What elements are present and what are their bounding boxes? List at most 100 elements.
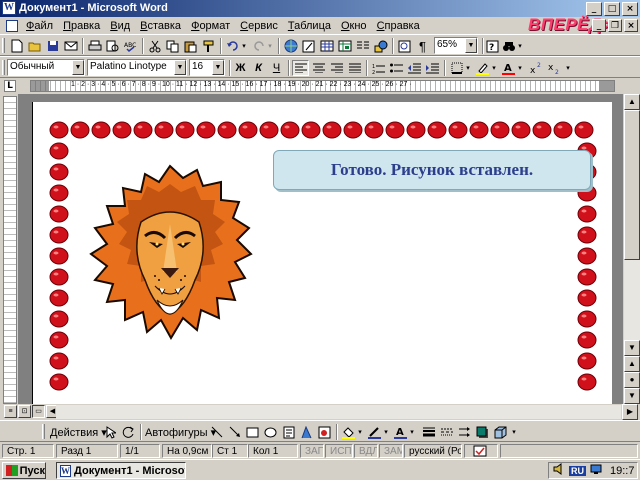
document-area[interactable]: Готово. Рисунок вставлен. (18, 94, 623, 404)
speaker-icon[interactable] (553, 463, 565, 478)
start-button[interactable]: Пуск (2, 462, 46, 479)
menu-window[interactable]: Окно (336, 20, 372, 32)
chevron-down-icon[interactable]: ▼ (174, 60, 186, 75)
insert-excel-icon[interactable] (336, 38, 353, 54)
oval-tool-icon[interactable] (262, 424, 279, 440)
cut-icon[interactable] (146, 38, 163, 54)
redo-dropdown-arrow[interactable]: ▾ (266, 38, 274, 54)
ruler-bar[interactable]: 1 · 2 · 3 · 4 · 5 · 6 · 7 · 8 · 9 · 10 ·… (30, 80, 615, 92)
status-overtype[interactable]: ЗАМ (379, 444, 403, 458)
select-objects-icon[interactable] (102, 424, 119, 440)
clip-art-icon[interactable] (316, 424, 333, 440)
taskbar-word-document[interactable]: W Документ1 - Microsof... (56, 462, 186, 479)
3d-icon[interactable] (492, 424, 509, 440)
menu-edit[interactable]: Правка (58, 20, 105, 32)
increase-indent-icon[interactable] (424, 60, 441, 76)
arrow-style-icon[interactable] (456, 424, 473, 440)
align-left-icon[interactable] (292, 60, 309, 76)
print-preview-icon[interactable] (104, 38, 121, 54)
free-rotate-icon[interactable] (120, 424, 137, 440)
subscript-icon[interactable]: x2 (546, 60, 563, 76)
document-page[interactable]: Готово. Рисунок вставлен. (32, 102, 612, 404)
minimize-button[interactable]: _ (586, 2, 602, 16)
underline-button[interactable]: Ч (268, 60, 285, 76)
chevron-down-icon[interactable]: ▼ (465, 38, 477, 53)
status-record-macro[interactable]: ЗАП (300, 444, 324, 458)
justify-icon[interactable] (346, 60, 363, 76)
document-icon[interactable] (6, 19, 18, 32)
help-icon[interactable]: ? (484, 38, 501, 54)
toolbar-options-arrow[interactable]: ▾ (564, 60, 572, 76)
superscript-icon[interactable]: x2 (528, 60, 545, 76)
toolbar-grip[interactable] (2, 38, 5, 53)
decrease-indent-icon[interactable] (406, 60, 423, 76)
paste-icon[interactable] (182, 38, 199, 54)
line-style-icon[interactable] (420, 424, 437, 440)
shadow-icon[interactable] (474, 424, 491, 440)
text-box-icon[interactable] (280, 424, 297, 440)
menu-help[interactable]: Справка (372, 20, 425, 32)
highlight-dropdown-arrow[interactable]: ▾ (490, 60, 498, 76)
doc-restore-button[interactable]: ❐ (608, 19, 622, 32)
tables-borders-icon[interactable] (300, 38, 317, 54)
word-app-icon[interactable]: W (2, 1, 16, 15)
chevron-down-icon[interactable]: ▼ (72, 60, 84, 75)
save-disk-icon[interactable] (44, 38, 61, 54)
redo-icon[interactable] (250, 38, 267, 54)
line-color-dropdown-arrow[interactable]: ▾ (382, 424, 390, 440)
horizontal-scroll-track[interactable] (56, 405, 621, 419)
normal-view-button[interactable]: ≡ (4, 405, 17, 418)
menu-file[interactable]: Файл (21, 20, 58, 32)
find-binoculars-icon[interactable] (500, 38, 517, 54)
show-formatting-icon[interactable]: ¶ (414, 38, 431, 54)
style-select[interactable]: Обычный ▼ (7, 59, 85, 76)
tab-stop-selector[interactable]: L (4, 80, 16, 92)
spelling-status-icon[interactable] (464, 444, 498, 458)
select-browse-object-icon[interactable]: ● (624, 372, 640, 388)
status-track-changes[interactable]: ИСПР (325, 444, 353, 458)
status-language[interactable]: русский (Ро (404, 444, 462, 458)
network-icon[interactable] (590, 463, 602, 478)
open-folder-icon[interactable] (26, 38, 43, 54)
menu-table[interactable]: Таблица (283, 20, 336, 32)
draw-font-color-dropdown-arrow[interactable]: ▾ (408, 424, 416, 440)
zoom-select[interactable]: 65% ▼ (434, 37, 478, 54)
wordart-icon[interactable] (298, 424, 315, 440)
spelling-icon[interactable]: ABC (122, 38, 139, 54)
fill-color-icon[interactable] (340, 424, 357, 440)
insert-table-icon[interactable] (318, 38, 335, 54)
fill-color-dropdown-arrow[interactable]: ▾ (356, 424, 364, 440)
font-color-icon[interactable]: A (500, 60, 517, 76)
font-color-dropdown-arrow[interactable]: ▾ (516, 60, 524, 76)
font-size-select[interactable]: 16 ▼ (189, 59, 225, 76)
print-icon[interactable] (86, 38, 103, 54)
bulleted-list-icon[interactable] (388, 60, 405, 76)
horizontal-ruler[interactable]: L 1 · 2 · 3 · 4 · 5 · 6 · 7 · 8 · 9 · 10… (0, 78, 640, 94)
undo-icon[interactable] (224, 38, 241, 54)
scroll-right-button[interactable]: ▶ (622, 404, 638, 420)
line-color-icon[interactable] (366, 424, 383, 440)
line-tool-icon[interactable] (208, 424, 225, 440)
arrow-tool-icon[interactable] (226, 424, 243, 440)
print-layout-button[interactable]: ▭ (32, 405, 45, 418)
columns-icon[interactable] (354, 38, 371, 54)
new-document-icon[interactable] (8, 38, 25, 54)
scroll-up-button[interactable]: ▲ (624, 94, 640, 110)
close-button[interactable]: × (622, 2, 638, 16)
hyperlink-globe-icon[interactable] (282, 38, 299, 54)
toolbar-options-arrow[interactable]: ▾ (516, 38, 524, 54)
email-icon[interactable] (62, 38, 79, 54)
format-painter-icon[interactable] (200, 38, 217, 54)
rectangle-tool-icon[interactable] (244, 424, 261, 440)
toolbar-options-arrow[interactable]: ▾ (510, 424, 518, 440)
scroll-thumb[interactable] (624, 110, 640, 260)
maximize-button[interactable]: □ (604, 2, 620, 16)
vertical-scrollbar[interactable]: ▲ ▼ ▲ ● ▼ (624, 94, 640, 404)
web-view-button[interactable]: ⊡ (18, 405, 31, 418)
drawing-toolbar-icon[interactable] (372, 38, 389, 54)
next-page-button[interactable]: ▼ (624, 388, 640, 404)
actions-menu[interactable]: Действия ▾ (50, 426, 107, 439)
italic-button[interactable]: К (250, 60, 267, 76)
status-extend-selection[interactable]: ВДЛ (354, 444, 378, 458)
chevron-down-icon[interactable]: ▼ (212, 60, 224, 75)
